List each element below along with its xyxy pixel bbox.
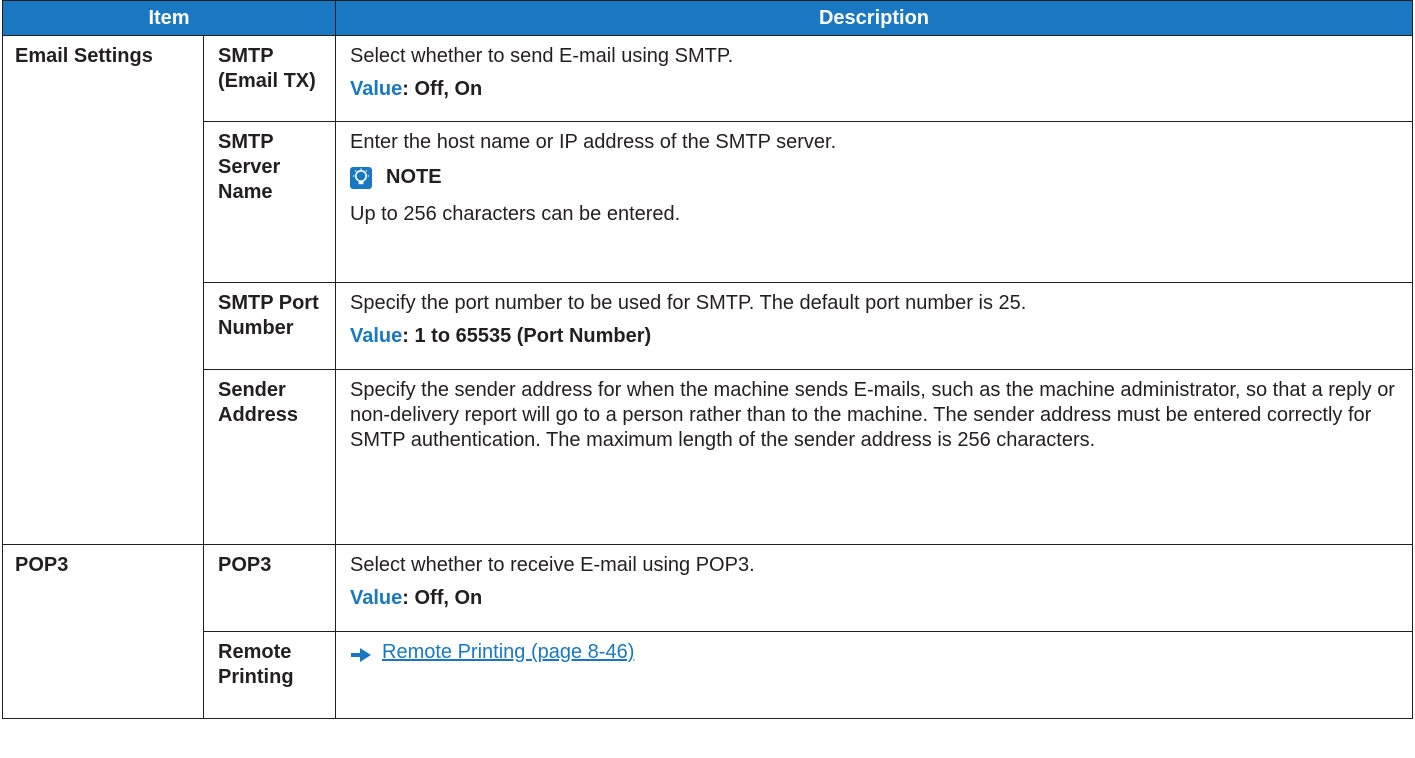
description-text: Specify the port number to be used for S… (350, 292, 1027, 314)
table-header-row: Item Description (2, 0, 1413, 36)
group-pop3: POP3 (2, 544, 204, 719)
table-row: Email Settings SMTP (Email TX) Select wh… (2, 35, 1413, 545)
description-text: Select whether to receive E-mail using P… (350, 554, 755, 576)
group-email-settings: Email Settings (2, 35, 204, 545)
table-row: Sender Address Specify the sender addres… (3, 369, 1413, 545)
item-smtp-email-tx: SMTP (Email TX) (203, 35, 336, 122)
note-label: NOTE (386, 166, 442, 188)
settings-table: Item Description Email Settings SMTP (Em… (2, 0, 1413, 719)
note-text: Up to 256 characters can be entered. (350, 203, 681, 225)
item-smtp-server-name: SMTP Server Name (203, 121, 336, 283)
value-text: : 1 to 65535 (Port Number) (402, 325, 652, 347)
note-heading: NOTE (350, 165, 1402, 190)
description-cell: Specify the port number to be used for S… (335, 282, 1413, 370)
description-cell: Specify the sender address for when the … (335, 369, 1413, 545)
note-lightbulb-icon (350, 166, 372, 189)
value-text: : Off, On (402, 587, 483, 609)
table-row: SMTP Port Number Specify the port number… (3, 282, 1413, 370)
value-label: Value (350, 325, 403, 347)
settings-table-container: Item Description Email Settings SMTP (Em… (2, 0, 1413, 719)
value-label: Value (350, 78, 403, 100)
remote-printing-link[interactable]: Remote Printing (page 8-46) (382, 640, 634, 665)
description-text: Enter the host name or IP address of the… (350, 131, 837, 153)
value-line: Value: 1 to 65535 (Port Number) (350, 324, 1402, 349)
value-text: : Off, On (402, 78, 483, 100)
value-line: Value: Off, On (350, 586, 1402, 611)
value-label: Value (350, 587, 403, 609)
description-cell: Select whether to send E-mail using SMTP… (335, 35, 1413, 122)
description-text: Select whether to send E-mail using SMTP… (350, 45, 734, 67)
item-smtp-port-number: SMTP Port Number (203, 282, 336, 370)
item-sender-address: Sender Address (203, 369, 336, 545)
table-row: Remote Printing Remote Printing (page 8-… (3, 631, 1413, 719)
reference-link-line: Remote Printing (page 8-46) (350, 640, 1402, 665)
item-pop3: POP3 (203, 544, 336, 632)
description-cell: Enter the host name or IP address of the… (335, 121, 1413, 283)
table-row: SMTP Server Name Enter the host name or … (3, 121, 1413, 283)
header-item: Item (2, 0, 336, 36)
arrow-right-icon (350, 645, 372, 662)
description-cell: Select whether to receive E-mail using P… (335, 544, 1413, 632)
description-cell: Remote Printing (page 8-46) (335, 631, 1413, 719)
value-line: Value: Off, On (350, 77, 1402, 102)
item-remote-printing: Remote Printing (203, 631, 336, 719)
header-description: Description (335, 0, 1413, 36)
description-text: Specify the sender address for when the … (350, 379, 1395, 451)
table-row: POP3 POP3 Select whether to receive E-ma… (2, 544, 1413, 719)
